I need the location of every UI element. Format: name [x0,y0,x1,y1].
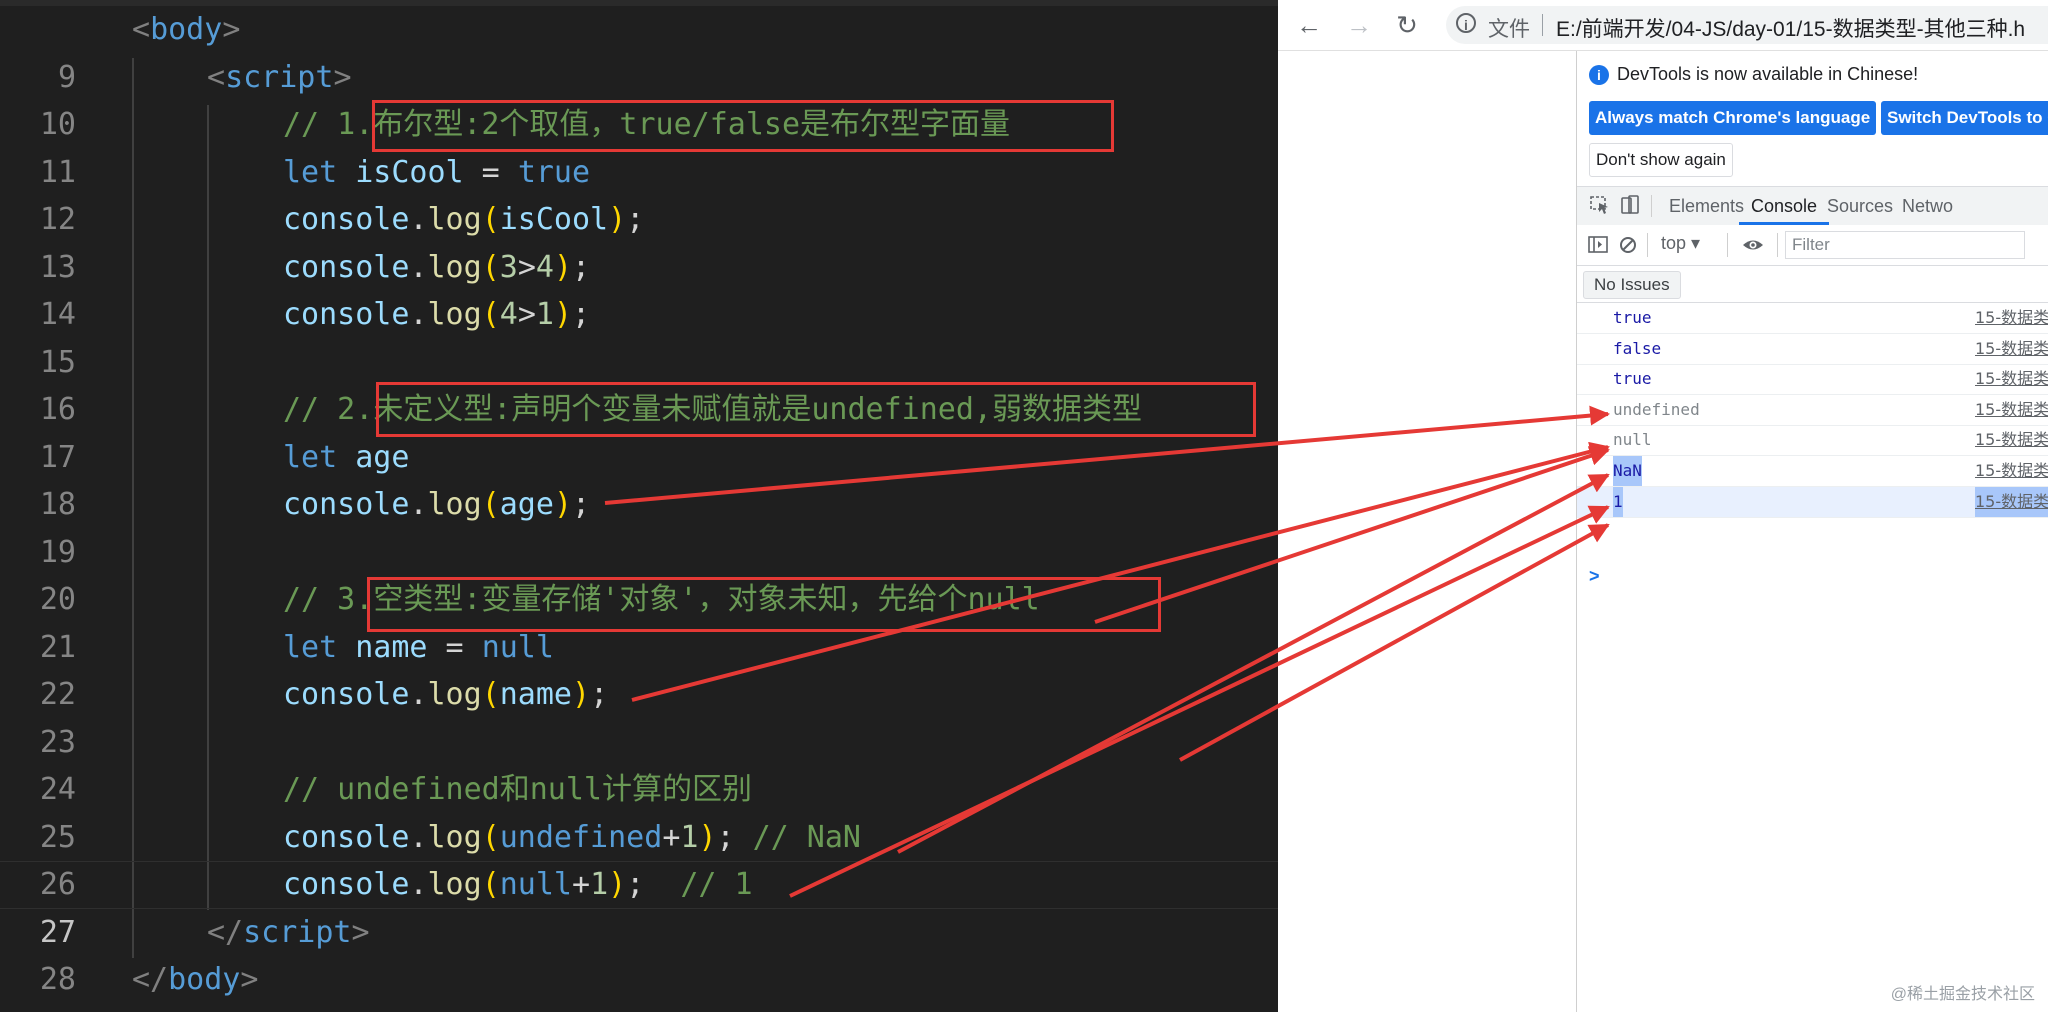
message-source-link[interactable]: 15-数据类 [1975,364,2048,394]
tab-elements[interactable]: Elements [1669,187,1744,225]
console-message[interactable]: NaN 15-数据类 [1577,456,2048,487]
code-text: console.log(name); [283,677,609,712]
message-source-link[interactable]: 15-数据类 [1975,303,2048,333]
url-text[interactable]: E:/前端开发/04-JS/day-01/15-数据类型-其他三种.h [1556,13,2025,43]
devtools-tabbar: Elements Console Sources Netwo [1577,186,2048,226]
message-value: null [1613,430,1652,449]
url-field[interactable]: i 文件 E:/前端开发/04-JS/day-01/15-数据类型-其他三种.h [1446,6,2048,44]
inspect-element-icon[interactable] [1589,195,1611,215]
switch-devtools-language-button[interactable]: Switch DevTools to C [1881,101,2048,135]
message-source-link[interactable]: 15-数据类 [1975,334,2048,364]
message-value: false [1613,339,1662,358]
code-line[interactable]: 23 console.log(name); [0,671,1278,760]
message-value: true [1613,369,1652,388]
toolbar-divider [1647,233,1648,257]
message-value: true [1613,308,1652,327]
console-message[interactable]: false 15-数据类 [1577,334,2048,365]
address-bar: ← → ↻ i 文件 E:/前端开发/04-JS/day-01/15-数据类型-… [1278,0,2048,51]
message-source-link[interactable]: 15-数据类 [1975,487,2048,517]
console-message[interactable]: true 15-数据类 [1577,303,2048,334]
tab-console[interactable]: Console [1739,187,1830,225]
tab-network[interactable]: Netwo [1902,187,1953,225]
toolbar-divider [1651,195,1652,217]
reload-icon[interactable]: ↻ [1390,8,1424,42]
code-line[interactable]: 14 console.log(3>4); [0,244,1278,333]
issues-button[interactable]: No Issues [1583,271,1681,299]
filter-input[interactable]: Filter [1785,231,2025,259]
watermark: @稀土掘金技术社区 [1890,986,2035,1003]
devtools-panel: i DevTools is now available in Chinese! … [1576,51,2048,1012]
line-number: 29 [0,1004,76,1012]
code-line[interactable]: 29 </body> [0,956,1278,1012]
annotation-box-boolean [372,100,1114,152]
info-icon: i [1589,65,1609,85]
message-source-link[interactable]: 15-数据类 [1975,395,2048,425]
always-match-language-button[interactable]: Always match Chrome's language [1589,101,1877,135]
code-text: let isCool = true [283,154,591,190]
code-line[interactable]: 20 [0,529,1278,617]
code-text: console.log(3>4); [283,249,591,285]
code-text: <body> [132,12,241,47]
code-text: console.log(age); [283,487,591,522]
back-arrow-icon[interactable]: ← [1292,8,1326,42]
code-line[interactable]: 13 console.log(isCool); [0,196,1278,285]
message-source-link[interactable]: 15-数据类 [1975,425,2048,455]
code-text: let age [283,439,410,475]
console-toolbar: top ▾ Filter [1577,225,2048,266]
code-line[interactable]: 19 console.log(age); [0,481,1278,570]
code-line[interactable]: 16 [0,339,1278,427]
page-viewport [1278,51,1576,1012]
code-text: console.log(undefined+1); // NaN [283,819,861,855]
code-line[interactable]: 15 console.log(4>1); [0,291,1278,380]
issues-bar: No Issues [1577,266,2048,303]
code-text: console.log(null+1); // 1 [283,867,753,902]
code-text: </body> [132,962,259,997]
console-message[interactable]: null 15-数据类 [1577,425,2048,456]
code-text: console.log(isCool); [283,202,645,237]
url-separator [1542,14,1543,36]
code-line[interactable]: 28 </script> [0,909,1278,998]
dont-show-again-button[interactable]: Don't show again [1589,143,1733,177]
browser-window: ← → ↻ i 文件 E:/前端开发/04-JS/day-01/15-数据类型-… [1278,0,2048,1012]
code-text: </script> [207,914,370,950]
code-line[interactable]: 10 <script> [0,54,1278,143]
console-message[interactable]: 1 15-数据类 [1577,487,2048,518]
console-message[interactable]: undefined 15-数据类 [1577,395,2048,426]
sidebar-toggle-icon[interactable] [1587,235,1609,255]
console-prompt-icon[interactable]: > [1589,566,1600,587]
context-selector[interactable]: top ▾ [1661,233,1700,254]
message-source-link[interactable]: 15-数据类 [1975,456,2048,486]
console-message[interactable]: true 15-数据类 [1577,364,2048,395]
toolbar-divider [1777,233,1778,257]
code-line[interactable]: 25 // undefined和null计算的区别 [0,766,1278,855]
url-scheme-label: 文件 [1488,18,1530,41]
annotation-box-undefined [376,382,1256,437]
site-info-icon[interactable]: i [1456,13,1476,33]
code-text: // undefined和null计算的区别 [283,772,752,807]
code-text: <script> [207,59,352,95]
code-text: console.log(4>1); [283,297,591,332]
annotation-box-null [367,577,1161,632]
code-line[interactable]: 24 [0,719,1278,807]
code-line[interactable]: 12 let isCool = true [0,149,1278,238]
device-toolbar-icon[interactable] [1619,195,1641,215]
message-value: undefined [1613,400,1700,419]
tab-sources[interactable]: Sources [1827,187,1893,225]
message-value: NaN [1613,456,1642,486]
clear-console-icon[interactable] [1617,235,1639,255]
eye-icon[interactable] [1741,235,1763,255]
message-value: 1 [1613,487,1623,517]
toolbar-divider [1727,233,1728,257]
code-line[interactable]: 18 let age [0,434,1278,523]
code-line[interactable]: 26 console.log(undefined+1); // NaN [0,814,1278,903]
code-line-current[interactable]: 27 console.log(null+1); // 1 [0,861,1278,950]
notice-text: DevTools is now available in Chinese! [1617,64,1919,84]
code-editor[interactable]: 9 <body> 10 <script> 11 // 1.布尔型:2个取值，tr… [0,0,1278,1012]
forward-arrow-icon[interactable]: → [1342,8,1376,42]
language-notice: i DevTools is now available in Chinese! … [1577,51,2048,183]
code-line[interactable]: 9 <body> [0,6,1278,95]
